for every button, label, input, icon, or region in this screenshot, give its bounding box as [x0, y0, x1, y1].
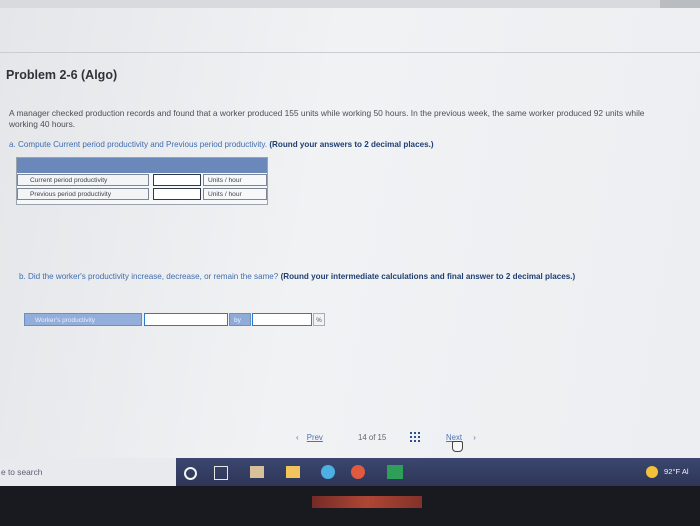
page-current: 14 — [358, 433, 367, 442]
part-b-answer-row: Worker's productivity by % — [24, 313, 325, 328]
prev-label: Prev — [306, 433, 323, 442]
temp-value: 92°F — [664, 467, 681, 476]
store-icon[interactable] — [250, 466, 264, 478]
previous-productivity-input[interactable] — [153, 188, 201, 200]
file-explorer-icon[interactable] — [286, 466, 300, 478]
edge-icon[interactable] — [321, 465, 335, 479]
percent-label: % — [313, 313, 325, 326]
page-counter: 14 of 15 — [358, 433, 386, 442]
table-row: Current period productivity Units / hour — [17, 174, 267, 187]
problem-statement: A manager checked production records and… — [9, 108, 645, 129]
table-row: Previous period productivity Units / hou… — [17, 188, 267, 201]
brand-logo — [312, 496, 422, 508]
part-b-question: b. Did the worker's productivity increas… — [19, 272, 659, 283]
browser-content: Problem 2-6 (Algo) A manager checked pro… — [0, 0, 700, 462]
current-productivity-label: Current period productivity — [17, 174, 149, 186]
top-bar-right — [660, 0, 700, 8]
page-total: 15 — [377, 433, 387, 442]
workers-productivity-label: Worker's productivity — [24, 313, 142, 326]
by-label: by — [229, 313, 251, 326]
temp-suffix: Al — [681, 467, 689, 476]
productivity-table: Current period productivity Units / hour… — [16, 157, 268, 205]
chrome-icon[interactable] — [351, 465, 365, 479]
part-a-question: a. Compute Current period productivity a… — [9, 140, 434, 151]
weather-icon[interactable] — [646, 466, 658, 478]
grid-icon[interactable] — [410, 432, 420, 442]
divider — [0, 52, 700, 53]
part-a-instruction: (Round your answers to 2 decimal places.… — [269, 140, 434, 149]
cortana-icon[interactable] — [184, 467, 197, 480]
taskbar-search[interactable]: e to search — [0, 458, 176, 486]
previous-productivity-label: Previous period productivity — [17, 188, 149, 200]
chevron-right-icon: › — [473, 433, 476, 442]
part-b-prompt: b. Did the worker's productivity increas… — [19, 272, 279, 281]
page-title: Problem 2-6 (Algo) — [6, 68, 118, 82]
prev-button[interactable]: ‹ Prev — [296, 433, 323, 442]
excel-icon[interactable] — [387, 465, 403, 479]
previous-productivity-unit: Units / hour — [203, 188, 267, 200]
pagination: ‹ Prev 14 of 15 Next › — [296, 430, 496, 452]
chevron-left-icon: ‹ — [296, 433, 299, 442]
part-b-instruction: (Round your intermediate calculations an… — [280, 272, 576, 281]
current-productivity-input[interactable] — [153, 174, 201, 186]
laptop-bezel — [0, 486, 700, 526]
taskbar: e to search 92°F Al — [0, 458, 700, 486]
part-a-prompt: a. Compute Current period productivity a… — [9, 140, 268, 149]
task-view-icon[interactable] — [214, 466, 228, 480]
table-header — [17, 158, 267, 173]
search-input[interactable]: e to search — [1, 467, 42, 477]
percent-change-input[interactable] — [252, 313, 312, 326]
weather-temp[interactable]: 92°F Al — [664, 467, 689, 476]
hand-cursor-icon — [452, 441, 463, 452]
top-bar — [0, 0, 700, 8]
current-productivity-unit: Units / hour — [203, 174, 267, 186]
page-of: of — [368, 433, 376, 442]
change-direction-select[interactable] — [144, 313, 228, 326]
